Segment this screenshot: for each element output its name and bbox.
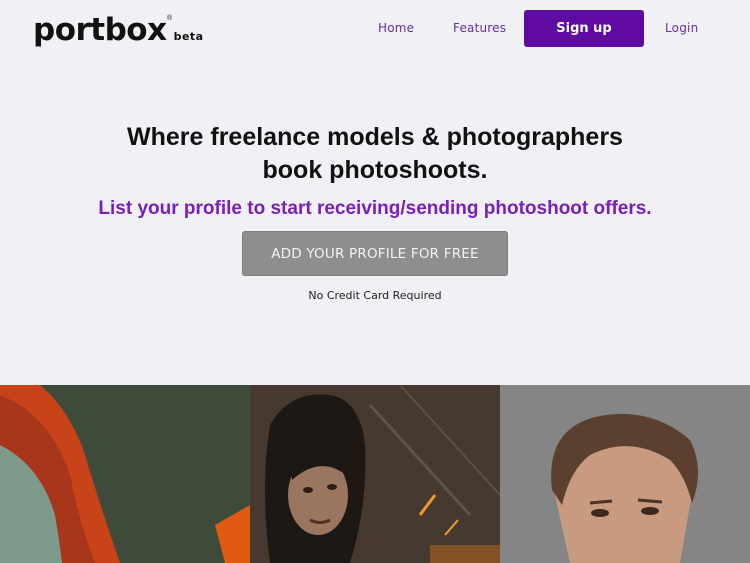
portbox-logo[interactable]: portbox ® beta [33, 13, 204, 47]
hero-subtitle: List your profile to start receiving/sen… [98, 198, 652, 219]
model-photo-man-art [500, 385, 750, 563]
nav-home-link[interactable]: Home [378, 20, 414, 36]
model-photo-red-hair [0, 385, 250, 563]
hero-title-line-2: book photoshoots. [262, 156, 488, 184]
registered-mark: ® [167, 15, 173, 22]
hero-title: Where freelance models & photographers b… [0, 121, 750, 187]
add-profile-button[interactable]: ADD YOUR PROFILE FOR FREE [242, 231, 508, 276]
top-navigation: portbox ® beta Home Features Sign up Log… [0, 0, 750, 60]
photo-gallery [0, 385, 750, 563]
model-photo-dark-hair-art [250, 385, 500, 563]
signup-button[interactable]: Sign up [524, 10, 644, 47]
model-photo-dark-hair [250, 385, 500, 563]
logo-wordmark: portbox [33, 12, 167, 48]
model-photo-red-hair-art [0, 385, 250, 563]
nav-features-link[interactable]: Features [453, 20, 506, 36]
no-credit-card-note: No Credit Card Required [308, 289, 442, 302]
beta-tag: beta [173, 30, 204, 43]
hero-title-line-1: Where freelance models & photographers [127, 123, 623, 151]
nav-login-link[interactable]: Login [665, 20, 698, 36]
model-photo-man [500, 385, 750, 563]
